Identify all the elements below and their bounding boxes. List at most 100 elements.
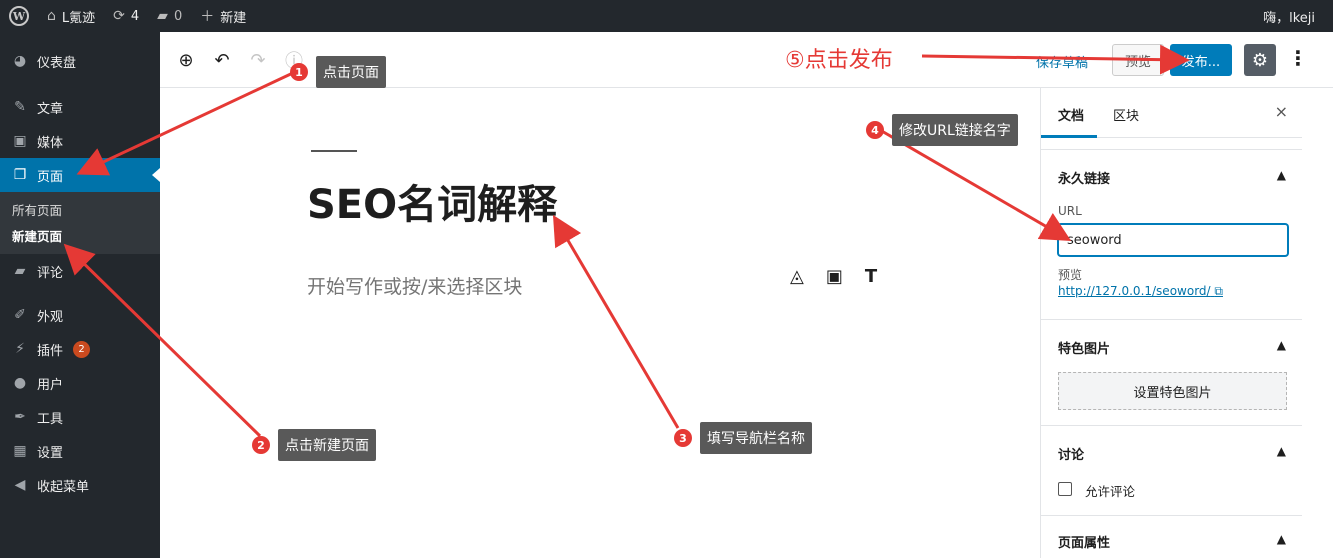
chevron-up-icon[interactable]: ▲	[1277, 168, 1286, 182]
chevron-up-icon[interactable]: ▲	[1277, 444, 1286, 458]
url-slug-input[interactable]	[1058, 224, 1288, 256]
preview-label: 预览	[1058, 268, 1083, 282]
permalink-url-text: http://127.0.0.1/seoword/	[1058, 284, 1211, 298]
brush-icon: ✐	[14, 307, 26, 323]
sidebar-item-label: 页面	[37, 169, 64, 185]
comment-bubble-icon: ▰	[157, 8, 168, 24]
allow-comments-label: 允许评论	[1085, 484, 1136, 499]
page-attributes-section: 页面属性 ▲	[1041, 516, 1302, 556]
permalink-heading[interactable]: 永久链接	[1058, 168, 1110, 187]
sidebar-item-label: 工具	[37, 411, 64, 427]
account-menu[interactable]: 嗨，lkeji	[1254, 0, 1333, 32]
sidebar-item-label: 插件	[37, 343, 64, 359]
discussion-section: 讨论 ▲ 允许评论	[1041, 426, 1302, 516]
sidebar-item-users[interactable]: ● 用户	[0, 366, 160, 400]
sidebar-item-comments[interactable]: ▰ 评论	[0, 254, 160, 288]
settings-icon: ▦	[13, 443, 27, 459]
wordpress-logo-icon: W	[9, 6, 29, 26]
tab-document[interactable]: 文档	[1058, 105, 1084, 124]
media-icon: ▣	[13, 133, 27, 149]
admin-sidebar: ◕ 仪表盘 ✎ 文章 ▣ 媒体 ❐ 页面 所有页面 新建页面 ▰ 评论 ✐ 外观…	[0, 32, 160, 558]
greeting: 嗨，lkeji	[1263, 10, 1315, 26]
undo-icon[interactable]: ↶	[210, 48, 234, 72]
sidebar-item-dashboard[interactable]: ◕ 仪表盘	[0, 44, 160, 78]
redo-icon[interactable]: ↷	[246, 48, 270, 72]
close-icon[interactable]: ×	[1275, 102, 1288, 121]
chevron-up-icon[interactable]: ▲	[1277, 338, 1286, 352]
sidebar-item-settings[interactable]: ▦ 设置	[0, 434, 160, 468]
sidebar-item-tools[interactable]: ✒ 工具	[0, 400, 160, 434]
callout-step4: 4 修改URL链接名字	[866, 114, 1018, 146]
publish-button[interactable]: 发布...	[1170, 44, 1232, 76]
pages-submenu: 所有页面 新建页面	[0, 192, 160, 254]
title-divider	[311, 150, 357, 152]
featured-image-heading[interactable]: 特色图片	[1058, 338, 1110, 357]
chevron-up-icon[interactable]: ▲	[1277, 532, 1286, 546]
sidebar-item-label: 文章	[37, 101, 64, 117]
home-icon: ⌂	[47, 8, 56, 24]
url-label: URL	[1058, 204, 1082, 218]
callout-step2: 2 点击新建页面	[252, 429, 376, 461]
sidebar-item-label: 收起菜单	[37, 479, 90, 495]
sidebar-item-label: 媒体	[37, 135, 64, 151]
shapes-block-icon[interactable]: ◬	[790, 266, 804, 287]
sidebar-item-label: 仪表盘	[37, 55, 77, 71]
new-label: 新建	[220, 10, 247, 26]
sidebar-item-label: 评论	[37, 265, 64, 281]
sidebar-item-pages[interactable]: ❐ 页面	[0, 158, 160, 192]
sidebar-item-label: 外观	[37, 309, 64, 325]
plugins-update-badge: 2	[73, 340, 91, 358]
admin-bar: W ⌂ L氪迹 ⟳ 4 ▰ 0 ＋ 新建 嗨，lkeji	[0, 0, 1333, 32]
new-content-menu[interactable]: ＋ 新建	[191, 0, 255, 32]
sidebar-item-posts[interactable]: ✎ 文章	[0, 90, 160, 124]
submenu-new-page[interactable]: 新建页面	[0, 222, 160, 248]
allow-comments-checkbox[interactable]	[1058, 482, 1072, 496]
pages-icon: ❐	[13, 167, 27, 183]
updates-count: 4	[130, 8, 140, 24]
refresh-icon: ⟳	[113, 8, 125, 24]
sidebar-item-plugins[interactable]: ⚡ 插件 2	[0, 332, 160, 366]
step-number: 3	[674, 429, 692, 447]
sidebar-item-collapse[interactable]: ◀ 收起菜单	[0, 468, 160, 502]
tab-block[interactable]: 区块	[1113, 105, 1139, 124]
sidebar-item-label: 用户	[37, 377, 64, 393]
pin-icon: ✎	[14, 99, 26, 115]
post-title[interactable]: SEO名词解释	[307, 172, 557, 230]
add-block-icon[interactable]: ⊕	[174, 48, 198, 72]
callout-step1: 1 点击页面	[290, 56, 386, 88]
more-options-icon[interactable]: ⋮	[1288, 46, 1308, 70]
wrench-icon: ✒	[14, 409, 26, 425]
sidebar-item-appearance[interactable]: ✐ 外观	[0, 298, 160, 332]
plus-icon: ＋	[200, 9, 215, 25]
step-tip: 修改URL链接名字	[892, 114, 1018, 146]
comments-menu[interactable]: ▰ 0	[148, 0, 191, 32]
sidebar-item-label: 设置	[37, 445, 64, 461]
preview-button[interactable]: 预览	[1112, 44, 1164, 76]
save-draft-button[interactable]: 保存草稿	[1036, 52, 1088, 71]
submenu-all-pages[interactable]: 所有页面	[0, 196, 160, 222]
sidebar-item-media[interactable]: ▣ 媒体	[0, 124, 160, 158]
permalink-preview-link[interactable]: http://127.0.0.1/seoword/ ⧉	[1058, 284, 1223, 299]
callout-step3: 3 填写导航栏名称	[674, 422, 812, 454]
comments-count: 0	[173, 8, 183, 24]
heading-block-icon[interactable]: T	[865, 266, 877, 287]
site-name-menu[interactable]: ⌂ L氪迹	[38, 0, 104, 32]
plugin-icon: ⚡	[15, 341, 25, 357]
set-featured-image-button[interactable]: 设置特色图片	[1058, 372, 1287, 410]
image-block-icon[interactable]: ▣	[826, 266, 843, 287]
wp-logo-menu[interactable]: W	[0, 0, 38, 32]
featured-image-section: 特色图片 ▲ 设置特色图片	[1041, 320, 1302, 426]
page-attributes-heading[interactable]: 页面属性	[1058, 532, 1110, 551]
step-number: 4	[866, 121, 884, 139]
step-tip: 点击新建页面	[278, 429, 376, 461]
comment-icon: ▰	[14, 263, 26, 279]
discussion-heading[interactable]: 讨论	[1058, 444, 1084, 463]
dashboard-icon: ◕	[13, 53, 27, 69]
settings-gear-icon[interactable]: ⚙	[1244, 44, 1276, 76]
editor-canvas: SEO名词解释 开始写作或按/来选择区块 ◬ ▣ T	[160, 88, 1040, 558]
step-number: 2	[252, 436, 270, 454]
step-tip: 点击页面	[316, 56, 386, 88]
block-placeholder[interactable]: 开始写作或按/来选择区块	[307, 272, 522, 299]
collapse-icon: ◀	[14, 477, 26, 493]
updates-menu[interactable]: ⟳ 4	[104, 0, 148, 32]
